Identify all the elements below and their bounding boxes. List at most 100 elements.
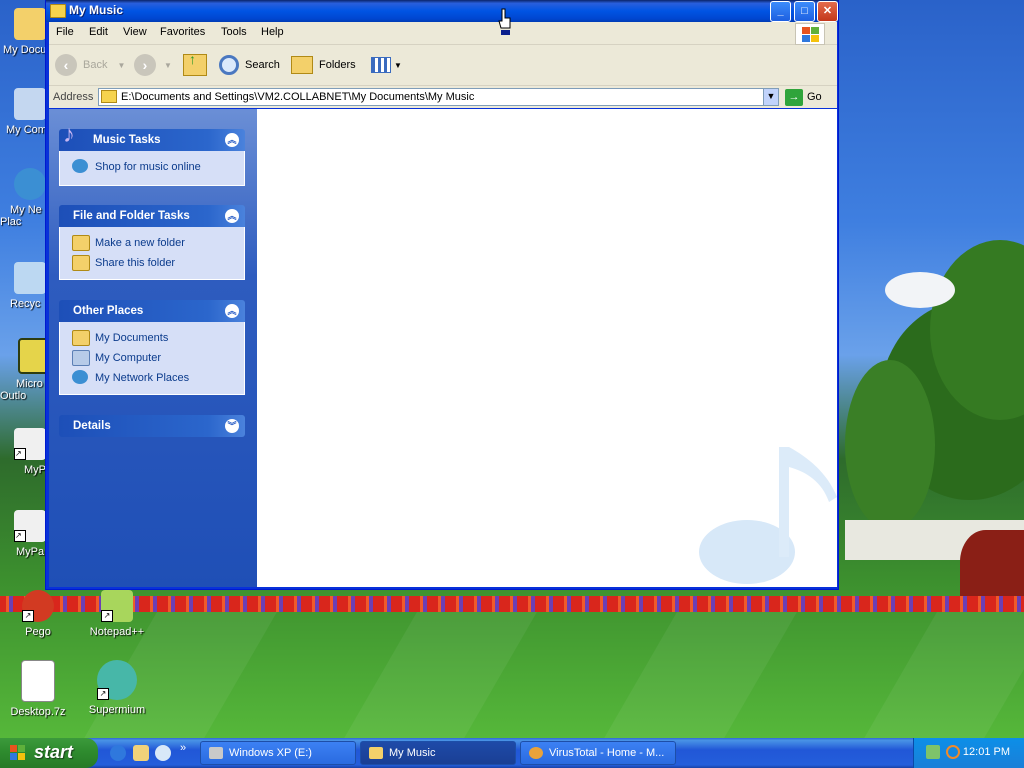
- menu-edit[interactable]: Edit: [89, 26, 108, 38]
- address-label: Address: [53, 91, 94, 103]
- archive-file-icon: [21, 660, 55, 702]
- collapse-chevron-icon[interactable]: ︽: [225, 133, 239, 147]
- other-places-header[interactable]: Other Places ︽: [59, 300, 245, 322]
- file-folder-tasks-panel: File and Folder Tasks ︽ Make a new folde…: [59, 205, 245, 280]
- share-folder-icon: [72, 255, 90, 271]
- internet-explorer-icon[interactable]: [110, 745, 126, 761]
- taskbar-button-virustotal[interactable]: VirusTotal - Home - M...: [520, 741, 676, 765]
- up-button[interactable]: ↑: [183, 51, 207, 77]
- taskbar-button-my-music[interactable]: My Music: [360, 741, 516, 765]
- forward-button[interactable]: › ▼: [134, 53, 172, 77]
- desktop-icon-label: Notepad++: [89, 626, 145, 638]
- search-tray-icon[interactable]: [946, 745, 960, 759]
- network-tray-icon[interactable]: [926, 745, 940, 759]
- desktop-icon-label: My Ne Plac: [0, 204, 42, 228]
- place-my-computer[interactable]: My Computer: [60, 348, 244, 368]
- address-dropdown-button[interactable]: ▼: [763, 88, 779, 106]
- taskbar-button-windows-xp-e[interactable]: Windows XP (E:): [200, 741, 356, 765]
- place-label: My Network Places: [95, 372, 190, 384]
- start-button[interactable]: start: [0, 738, 98, 768]
- address-bar: Address E:\Documents and Settings\VM2.CO…: [49, 86, 837, 108]
- app-icon: ↗: [14, 510, 46, 542]
- recycle-bin-icon: [14, 262, 46, 294]
- menu-help[interactable]: Help: [261, 26, 284, 38]
- windows-logo-icon: [795, 23, 825, 45]
- other-places-panel: Other Places ︽ My Documents My Computer …: [59, 300, 245, 395]
- folder-icon: [369, 747, 383, 759]
- views-button[interactable]: ▼: [371, 53, 402, 77]
- pego-icon: ↗: [22, 590, 54, 622]
- task-label: Share this folder: [95, 257, 176, 269]
- shortcut-arrow-icon: ↗: [14, 448, 26, 460]
- desktop-icon-label: MyPa: [16, 546, 45, 558]
- title-bar[interactable]: My Music _ □ ✕: [46, 0, 838, 22]
- place-my-documents[interactable]: My Documents: [60, 328, 244, 348]
- collapse-chevron-icon[interactable]: ︽: [225, 209, 239, 223]
- folder-up-icon: ↑: [183, 51, 207, 76]
- task-make-new-folder[interactable]: Make a new folder: [60, 233, 244, 253]
- file-folder-tasks-header[interactable]: File and Folder Tasks ︽: [59, 205, 245, 227]
- windows-logo-icon: [10, 745, 26, 761]
- folder-content-area[interactable]: [257, 109, 837, 587]
- new-folder-icon: [72, 235, 90, 251]
- folders-button[interactable]: Folders: [291, 53, 356, 77]
- computer-icon: [14, 88, 46, 120]
- desktop-icon-network[interactable]: My Ne Plac: [0, 168, 46, 228]
- quicklaunch-app-icon[interactable]: [133, 745, 149, 761]
- music-note-icon: ♪: [63, 121, 75, 148]
- taskbar-button-label: Windows XP (E:): [229, 747, 312, 759]
- task-shop-music-online[interactable]: Shop for music online: [60, 157, 244, 177]
- shortcut-arrow-icon: ↗: [14, 530, 26, 542]
- back-button[interactable]: ‹ Back ▼: [55, 53, 125, 77]
- details-header[interactable]: Details ︾: [59, 415, 245, 437]
- desktop-icon-desktop-7z[interactable]: Desktop.7z: [0, 660, 76, 718]
- place-my-network-places[interactable]: My Network Places: [60, 368, 244, 388]
- menu-favorites[interactable]: Favorites: [160, 26, 205, 38]
- task-share-folder[interactable]: Share this folder: [60, 253, 244, 273]
- folder-icon: [14, 8, 46, 40]
- maximize-button[interactable]: □: [794, 1, 815, 22]
- desktop-icon-label: Micro Outlo: [0, 378, 43, 402]
- desktop-icon-label: My Com: [6, 124, 47, 136]
- minimize-button[interactable]: _: [770, 1, 791, 22]
- desktop-icon-pego[interactable]: ↗ Pego: [0, 590, 76, 638]
- globe-icon: [72, 159, 88, 173]
- close-button[interactable]: ✕: [817, 1, 838, 22]
- forward-arrow-icon: ›: [134, 54, 156, 76]
- search-icon: [219, 55, 239, 75]
- toolbar: ‹ Back ▼ › ▼ ↑ Search Folders ▼: [49, 45, 837, 86]
- menu-tools[interactable]: Tools: [221, 26, 247, 38]
- collapse-chevron-icon[interactable]: ︽: [225, 304, 239, 318]
- music-note-watermark-icon: [699, 447, 837, 584]
- go-button[interactable]: → Go: [785, 88, 822, 106]
- address-path: E:\Documents and Settings\VM2.COLLABNET\…: [121, 91, 475, 103]
- shortcut-arrow-icon: ↗: [22, 610, 34, 622]
- menu-view[interactable]: View: [123, 26, 147, 38]
- back-arrow-icon: ‹: [55, 54, 77, 76]
- start-label: start: [34, 742, 74, 762]
- desktop-icon-label: Desktop.7z: [10, 706, 66, 718]
- quicklaunch-browser-icon[interactable]: [155, 745, 171, 761]
- panel-title: Details: [73, 420, 111, 432]
- panel-title: Other Places: [73, 305, 144, 317]
- music-tasks-header[interactable]: Music Tasks ♪ ︽: [59, 121, 245, 151]
- go-arrow-icon: →: [785, 88, 803, 106]
- views-icon: [371, 57, 391, 73]
- quicklaunch-expand-icon[interactable]: »: [180, 742, 186, 754]
- desktop-icon-label: Pego: [25, 626, 51, 638]
- window-title: My Music: [69, 3, 124, 17]
- desktop-icon-label: Recyc: [10, 298, 41, 310]
- desktop-icon-supermium[interactable]: ↗ Supermium: [79, 660, 155, 716]
- folders-label: Folders: [319, 59, 356, 71]
- menu-file[interactable]: File: [56, 26, 74, 38]
- explorer-window: My Music _ □ ✕ File Edit View Favorites …: [45, 0, 839, 590]
- desktop-icon-outlook[interactable]: Micro Outlo: [0, 338, 54, 402]
- search-button[interactable]: Search: [219, 53, 280, 77]
- panel-title: Music Tasks: [93, 134, 161, 146]
- expand-chevron-icon[interactable]: ︾: [225, 419, 239, 433]
- views-dropdown-icon: ▼: [394, 60, 402, 70]
- address-input[interactable]: E:\Documents and Settings\VM2.COLLABNET\…: [98, 88, 776, 106]
- clock[interactable]: 12:01 PM: [963, 746, 1010, 758]
- network-places-icon: [72, 370, 88, 384]
- desktop-icon-notepadpp[interactable]: ↗ Notepad++: [79, 590, 155, 638]
